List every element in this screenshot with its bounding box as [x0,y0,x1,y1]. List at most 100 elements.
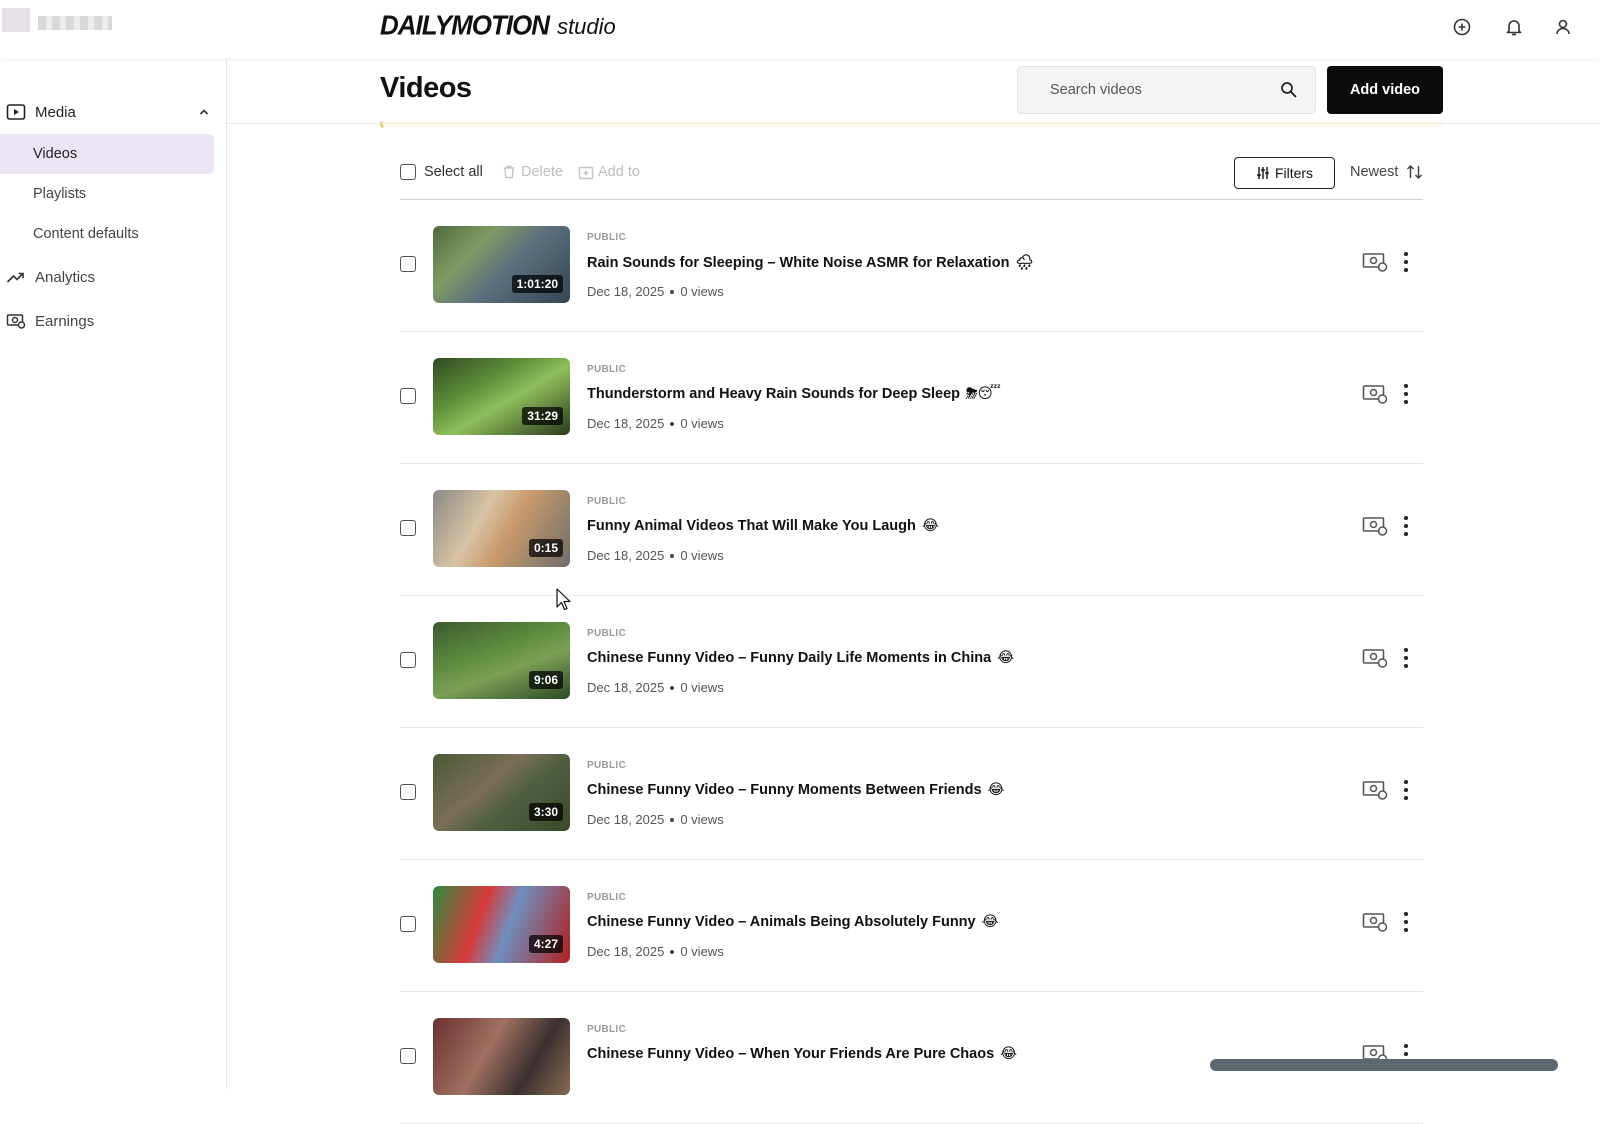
video-checkbox[interactable] [400,520,416,536]
video-meta: Dec 18, 2025 0 views [587,812,724,827]
video-row[interactable]: 4:27 PUBLIC Chinese Funny Video – Animal… [400,860,1423,992]
monetization-icon[interactable] [1362,383,1388,405]
video-title: Rain Sounds for Sleeping – White Noise A… [587,254,1010,271]
more-options-icon[interactable] [1400,910,1412,934]
account-name-redacted [38,16,112,30]
money-icon [6,314,26,329]
monetization-icon[interactable] [1362,647,1388,669]
filters-label: Filters [1274,165,1314,181]
sidebar-item-content-defaults[interactable]: Content defaults [0,214,214,254]
video-title-emoji: 🌧 [1015,255,1034,271]
visibility-badge: PUBLIC [587,1024,627,1035]
more-options-icon[interactable] [1400,646,1412,670]
separator-dot [670,949,675,954]
video-title-emoji: ⛈😴 [966,386,1001,402]
video-row[interactable]: 9:06 PUBLIC Chinese Funny Video – Funny … [400,596,1423,728]
video-thumbnail[interactable] [433,1018,570,1095]
sidebar-item-media[interactable]: Media [0,92,227,132]
video-meta: Dec 18, 2025 0 views [587,944,724,959]
video-title-emoji: 😂 [921,518,939,534]
video-duration: 4:27 [528,935,563,953]
video-title-link[interactable]: Thunderstorm and Heavy Rain Sounds for D… [587,386,1001,402]
video-row[interactable]: 0:15 PUBLIC Funny Animal Videos That Wil… [400,464,1423,596]
sidebar-item-analytics[interactable]: Analytics [0,257,227,297]
video-title-link[interactable]: Chinese Funny Video – When Your Friends … [587,1046,1017,1062]
video-duration: 9:06 [528,671,563,689]
dailymotion-studio-logo[interactable]: DAILYMOTION studio [380,9,616,46]
separator-dot [670,553,675,558]
video-duration: 31:29 [522,407,563,425]
horizontal-scrollbar[interactable] [1210,1059,1558,1071]
video-title: Chinese Funny Video – When Your Friends … [587,1046,995,1062]
visibility-badge: PUBLIC [587,892,627,903]
video-thumbnail[interactable]: 31:29 [433,358,570,435]
sidebar-item-label: Earnings [35,312,95,330]
visibility-badge: PUBLIC [587,364,627,375]
sidebar-item-videos[interactable]: Videos [0,134,214,174]
sidebar-item-playlists[interactable]: Playlists [0,174,214,214]
page-title: Videos [380,72,472,104]
video-meta: Dec 18, 2025 0 views [587,284,724,299]
select-all-label: Select all [424,164,483,180]
search-placeholder: Search videos [1050,82,1142,98]
video-views: 0 views [680,944,724,959]
select-all-checkbox[interactable] [400,164,416,180]
visibility-badge: PUBLIC [587,496,627,507]
video-title-link[interactable]: Chinese Funny Video – Funny Moments Betw… [587,782,1004,798]
video-views: 0 views [680,284,724,299]
top-bar: DAILYMOTION studio [0,0,1600,58]
monetization-icon[interactable] [1362,251,1388,273]
more-options-icon[interactable] [1400,778,1412,802]
search-icon[interactable] [1280,81,1298,99]
video-title-link[interactable]: Funny Animal Videos That Will Make You L… [587,518,939,534]
filters-button[interactable]: Filters [1234,157,1335,189]
add-to-button[interactable]: Add to [578,164,640,180]
select-all[interactable]: Select all [400,164,483,180]
video-row[interactable]: PUBLIC Chinese Funny Video – When Your F… [400,992,1423,1124]
chevron-up-icon[interactable] [198,106,210,118]
video-date: Dec 18, 2025 [587,812,665,827]
video-title-link[interactable]: Chinese Funny Video – Funny Daily Life M… [587,650,1014,666]
more-options-icon[interactable] [1400,382,1412,406]
add-video-button[interactable]: Add video [1327,66,1443,114]
sort-dropdown[interactable]: Newest [1350,164,1423,180]
sidebar-item-earnings[interactable]: Earnings [0,301,227,341]
video-thumbnail[interactable]: 9:06 [433,622,570,699]
video-title-link[interactable]: Rain Sounds for Sleeping – White Noise A… [587,254,1034,272]
video-row[interactable]: 31:29 PUBLIC Thunderstorm and Heavy Rain… [400,332,1423,464]
video-checkbox[interactable] [400,388,416,404]
separator-dot [670,817,675,822]
video-thumbnail[interactable]: 1:01:20 [433,226,570,303]
video-title-link[interactable]: Chinese Funny Video – Animals Being Abso… [587,914,999,930]
video-row[interactable]: 1:01:20 PUBLIC Rain Sounds for Sleeping … [400,200,1423,332]
video-checkbox[interactable] [400,916,416,932]
video-thumbnail[interactable]: 0:15 [433,490,570,567]
separator-dot [670,421,675,426]
video-thumbnail[interactable]: 3:30 [433,754,570,831]
monetization-icon[interactable] [1362,911,1388,933]
video-date: Dec 18, 2025 [587,680,665,695]
search-input[interactable]: Search videos [1017,66,1316,114]
play-square-icon [6,104,26,120]
video-checkbox[interactable] [400,784,416,800]
plus-circle-icon[interactable] [1451,16,1473,38]
video-duration: 3:30 [528,803,563,821]
logo-product: studio [557,14,616,39]
more-options-icon[interactable] [1400,514,1412,538]
bell-icon[interactable] [1503,16,1525,38]
video-checkbox[interactable] [400,256,416,272]
video-checkbox[interactable] [400,1048,416,1064]
user-icon[interactable] [1554,16,1576,38]
delete-button[interactable]: Delete [501,164,563,180]
video-duration: 1:01:20 [511,275,563,293]
account-switcher[interactable] [2,8,120,34]
monetization-icon[interactable] [1362,515,1388,537]
video-row[interactable]: 3:30 PUBLIC Chinese Funny Video – Funny … [400,728,1423,860]
video-thumbnail[interactable]: 4:27 [433,886,570,963]
monetization-icon[interactable] [1362,779,1388,801]
delete-label: Delete [521,164,563,180]
video-checkbox[interactable] [400,652,416,668]
video-views: 0 views [680,416,724,431]
sidebar-item-label: Media [35,103,76,121]
more-options-icon[interactable] [1400,250,1412,274]
